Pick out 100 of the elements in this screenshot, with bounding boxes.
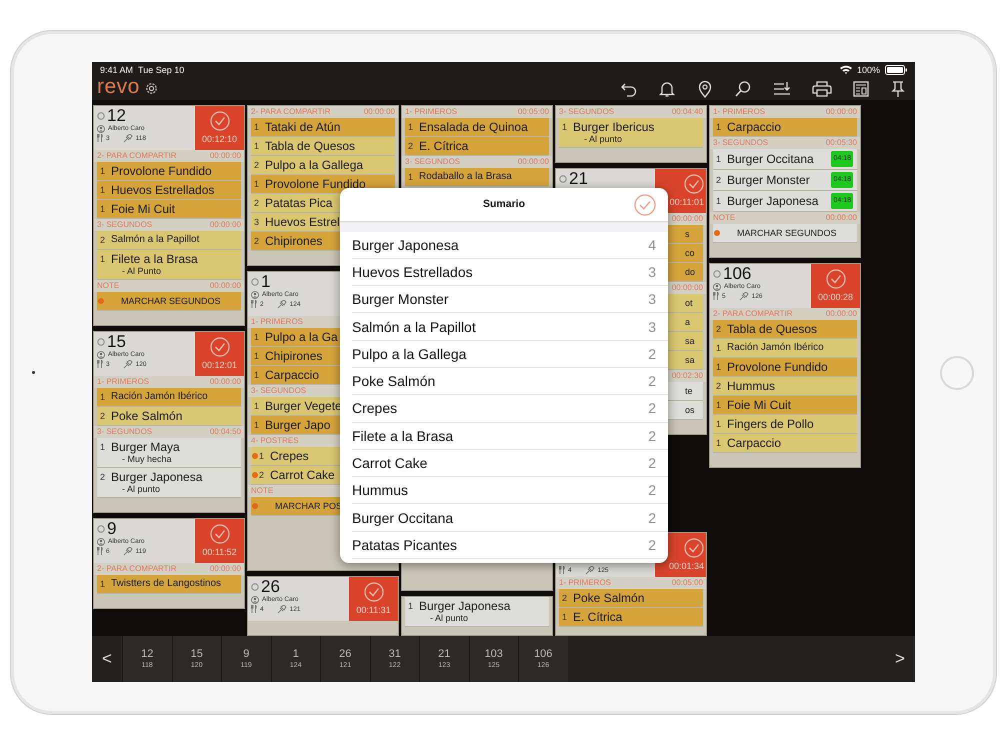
item-name: Carpaccio [727, 436, 782, 450]
order-item[interactable]: 1 Huevos Estrellados [97, 180, 241, 200]
item-quantity: 1 [716, 436, 722, 450]
item-name: Foie Mi Cuit [111, 202, 176, 216]
item-name: Ensalada de Quinoa [419, 120, 528, 134]
order-item[interactable]: 1 Ensalada de Quinoa [405, 118, 549, 136]
table-number: 12 [107, 108, 126, 124]
elapsed-time: 00:01:34 [668, 561, 704, 571]
course-label: 3- SEGUNDOS [97, 220, 152, 229]
item-name: Burger Monster [727, 172, 810, 186]
order-item[interactable]: 1 Carpaccio [713, 434, 857, 452]
summary-count: 3 [648, 318, 656, 335]
item-name: E. Cítrica [573, 610, 622, 624]
order-item[interactable]: 1 Burger Ibericus - Al punto [559, 118, 703, 148]
item-quantity: 1 [716, 398, 722, 412]
course-label: 3- SEGUNDOS [713, 138, 768, 147]
next-button[interactable]: > [885, 636, 915, 682]
item-name: a [685, 316, 690, 328]
item-name: Tabla de Quesos [727, 322, 818, 336]
order-item[interactable]: 1 Foie Mi Cuit [97, 200, 241, 218]
item-name: Huevos Estrellados [111, 182, 214, 196]
order-item[interactable]: 2 E. Cítrica [405, 136, 549, 156]
order-item[interactable]: 1 Twistters de Langostinos [97, 574, 241, 594]
item-quantity: 2 [716, 174, 722, 186]
order-item[interactable]: 1 Ración Jamón Ibérico [713, 338, 857, 358]
order-item[interactable]: 1 Burger Maya - Muy hecha [97, 438, 241, 468]
item-quantity: 1 [100, 202, 106, 216]
elapsed-time: 00:11:01 [670, 197, 704, 207]
item-name: Carpaccio [727, 120, 782, 134]
course-label: NOTE [251, 486, 274, 495]
order-item[interactable]: 2 Poke Salmón [559, 588, 703, 608]
item-quantity: 1 [254, 368, 260, 382]
item-name: Pulpo a la Gallega [265, 158, 364, 172]
item-quantity: 1 [716, 418, 722, 430]
course-time: 00:00:00 [672, 214, 703, 223]
table-number: 15 [107, 334, 126, 350]
previous-button[interactable]: < [92, 636, 122, 682]
order-item[interactable]: 1 Burger Japonesa - Al punto [405, 596, 549, 626]
item-name: Tabla de Quesos [265, 138, 356, 152]
item-name: Foie Mi Cuit [727, 398, 792, 412]
item-name: do [685, 266, 696, 278]
summary-count: 4 [648, 236, 656, 253]
order-item[interactable]: 1 Carpaccio [713, 118, 857, 136]
order-item[interactable]: 1 Provolone Fundido [713, 358, 857, 376]
order-item[interactable]: 1 Provolone Fundido [97, 162, 241, 180]
item-quantity: 1 [254, 140, 260, 152]
ticket-card[interactable]: 3- SEGUNDOS 00:04:40 1 Burger Ibericus - Al punto [555, 104, 707, 162]
course-label: 1- PRIMEROS [251, 317, 304, 326]
item-note: - Muy hecha [121, 454, 173, 464]
order-item[interactable]: 2 Hummus [713, 376, 857, 396]
table-number: 1 [261, 274, 270, 290]
item-quantity: 1 [259, 450, 265, 462]
item-name: MARCHAR SEGUNDOS [737, 226, 837, 240]
item-name: Crepes [270, 448, 309, 462]
item-name: Provolone Fundido [727, 360, 828, 374]
item-quantity: 1 [408, 600, 414, 612]
order-item[interactable]: 1 Ración Jamón Ibérico [97, 388, 241, 406]
order-item[interactable]: 2 Burger Japonesa - Al punto [97, 468, 241, 498]
order-item[interactable]: MARCHAR SEGUNDOS [713, 224, 857, 242]
item-name: co [685, 246, 695, 260]
item-quantity: 2 [408, 140, 414, 152]
order-item[interactable]: 1 Tabla de Quesos [251, 136, 395, 156]
item-name: Provolone Fundido [265, 176, 366, 190]
item-name: Tataki de Atún [265, 120, 340, 134]
order-item[interactable]: 2 Salmón a la Papillot [97, 230, 241, 250]
item-quantity: 1 [100, 164, 106, 178]
battery-percent: 100% [856, 64, 880, 74]
order-item[interactable]: 1 Foie Mi Cuit [713, 396, 857, 414]
order-item[interactable]: 1 Tataki de Atún [251, 118, 395, 136]
course-time: 00:00:00 [826, 213, 857, 222]
order-item[interactable]: 1 E. Cítrica [559, 608, 703, 626]
summary-count: 2 [648, 536, 656, 553]
item-quantity: 2 [259, 468, 265, 482]
order-item[interactable]: MARCHAR SEGUNDOS [97, 292, 241, 310]
item-quantity: 1 [254, 330, 260, 344]
item-name: Filete a la Brasa [111, 252, 198, 266]
order-item[interactable]: 1 Fingers de Pollo [713, 414, 857, 434]
order-item[interactable]: 2 Tabla de Quesos [713, 320, 857, 338]
item-quantity: 1 [716, 194, 722, 208]
item-quantity: 1 [254, 400, 260, 412]
item-name: Carrot Cake [270, 468, 335, 482]
item-name: Ración Jamón Ibérico [111, 390, 208, 404]
item-quantity: 1 [562, 120, 568, 134]
order-item[interactable]: 2 Pulpo a la Gallega [251, 156, 395, 174]
summary-count: 2 [648, 482, 656, 498]
item-quantity: 1 [716, 360, 722, 374]
item-name: Rodaballo a la Brasa [419, 170, 512, 184]
item-name: Chipirones [265, 348, 322, 362]
item-quantity: 2 [562, 592, 568, 604]
item-name: Burger Japonesa [727, 194, 818, 208]
item-quantity: 1 [254, 418, 260, 432]
course-label: 2- PARA COMPARTIR [713, 309, 793, 318]
item-quantity: 3 [254, 216, 260, 228]
order-item[interactable]: 1 Rodaballo a la Brasa [405, 168, 549, 186]
course-time: 00:00:00 [826, 107, 857, 116]
item-quantity: 1 [254, 350, 260, 362]
order-item[interactable]: 2 Poke Salmón [97, 406, 241, 426]
ticket-card[interactable]: 1 Burger Japonesa - Al punto [401, 596, 553, 636]
order-item[interactable]: 1 Filete a la Brasa - Al Punto [97, 250, 241, 280]
item-name: Burger Vegete [265, 398, 342, 412]
